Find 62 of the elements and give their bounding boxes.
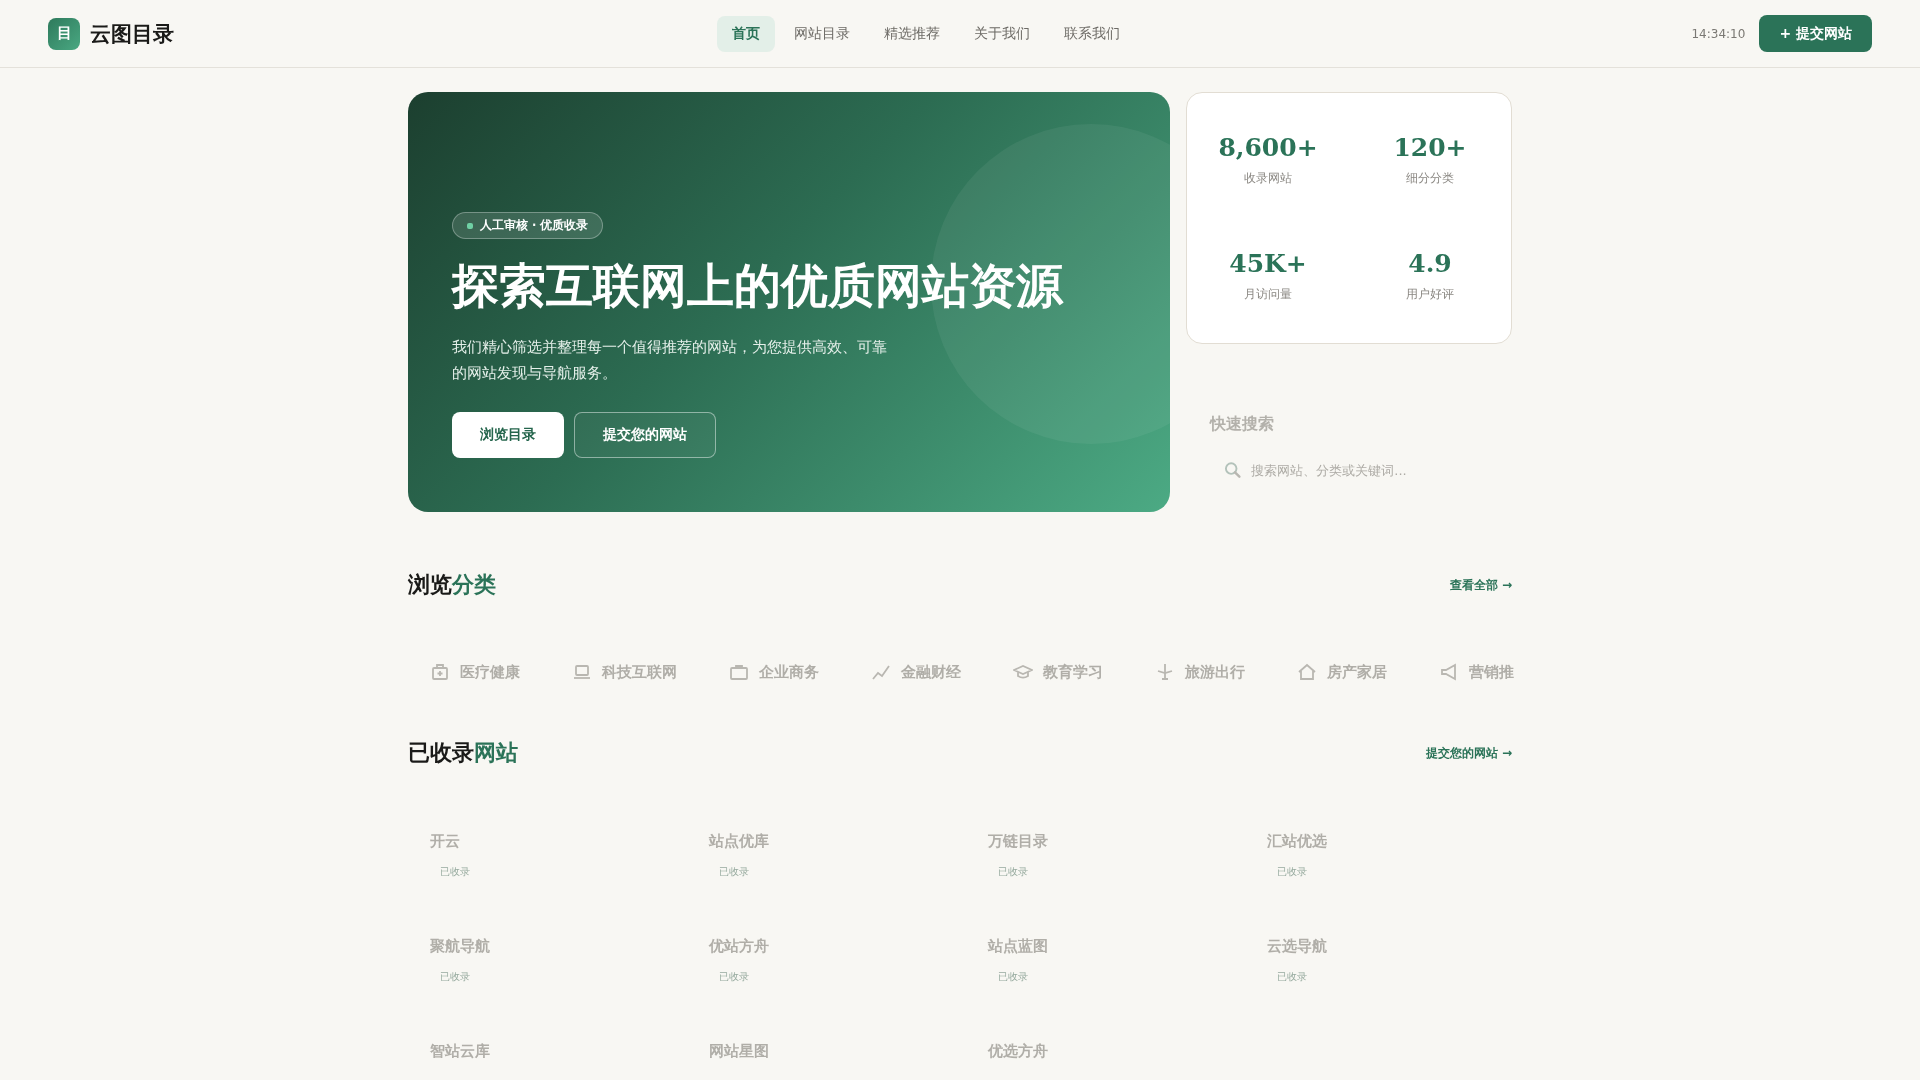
category-link[interactable]: 企业商务 [729,662,819,682]
clock-time: 14:34:10 [1691,26,1746,41]
hero-description: 我们精心筛选并整理每一个值得推荐的网站，为您提供高效、可靠的网站发现与导航服务。 [452,337,888,384]
stat-label: 细分分类 [1405,170,1455,187]
browse-button[interactable]: 浏览目录 [452,412,564,458]
site-name-link[interactable]: 站点优库 [709,832,769,851]
status-tag: 已收录 [430,970,480,984]
hero-title: 探索互联网上的优质网站资源 [452,257,1063,315]
status-tag: 已收录 [1267,865,1317,879]
category-link[interactable]: 医疗健康 [430,662,520,682]
view-more-link[interactable]: 查看全部 → [1449,576,1512,594]
site-name-link[interactable]: 智站云库 [430,1042,490,1061]
site-name-link[interactable]: 汇站优选 [1267,832,1327,851]
site-name-link[interactable]: 站点蓝图 [988,937,1048,956]
site-name-link[interactable]: 优站方舟 [709,937,769,956]
nav-link[interactable]: 关于我们 [959,15,1045,52]
site-name-link[interactable]: 云选导航 [1267,937,1327,956]
stat-label: 收录网站 [1243,170,1293,187]
status-tag: 已收录 [1267,970,1317,984]
status-tag: 已收录 [430,865,480,879]
stat-label: 用户好评 [1405,286,1455,303]
category-icon [572,662,592,682]
site-name-link[interactable]: 开云 [430,832,460,851]
status-tag: 已收录 [709,865,759,879]
stat-value: 4.9 [1407,249,1453,278]
category-icon [1439,662,1459,682]
category-icon [1297,662,1317,682]
category-icon [430,662,450,682]
stat-label: 月访问量 [1243,286,1293,303]
search-input[interactable]: 搜索网站、分类或关键词... [1249,461,1474,479]
category-link[interactable]: 旅游出行 [1155,662,1245,682]
category-link[interactable]: 科技互联网 [572,662,677,682]
nav-link[interactable]: 精选推荐 [869,15,955,52]
site-name-link[interactable]: 万链目录 [988,832,1048,851]
nav-link[interactable]: 联系我们 [1049,15,1135,52]
nav-link[interactable]: 首页 [717,15,775,52]
stat-value: 45K+ [1228,249,1308,278]
category-link[interactable]: 金融财经 [871,662,961,682]
status-tag: 已收录 [988,865,1038,879]
category-icon [729,662,749,682]
badge-text: 人工审核 · 优质收录 [480,218,589,233]
status-tag: 已收录 [988,970,1038,984]
submit-button[interactable]: 提交您的网站 [574,412,716,458]
category-link[interactable]: 营销推 [1439,662,1514,682]
category-link[interactable]: 房产家居 [1297,662,1387,682]
site-name-link[interactable]: 聚航导航 [430,937,490,956]
section-title: 浏览分类 [408,571,496,599]
category-icon [1155,662,1175,682]
stat-value: 8,600+ [1217,133,1319,162]
search-title: 快速搜索 [1210,414,1275,435]
brand-name[interactable]: 云图目录 [90,19,174,48]
status-tag: 已收录 [709,970,759,984]
category-link[interactable]: 教育学习 [1013,662,1103,682]
site-name-link[interactable]: 优选方舟 [988,1042,1048,1061]
stat-value: 120+ [1392,133,1468,162]
search-icon [1224,461,1242,479]
logo-mark[interactable]: 目 [48,17,80,50]
site-name-link[interactable]: 网站星图 [709,1042,769,1061]
view-more-link[interactable]: 提交您的网站 → [1425,744,1512,762]
submit-site-button[interactable]: + 提交网站 [1759,15,1872,52]
section-title: 已收录网站 [408,739,518,767]
nav-link[interactable]: 网站目录 [779,15,865,52]
